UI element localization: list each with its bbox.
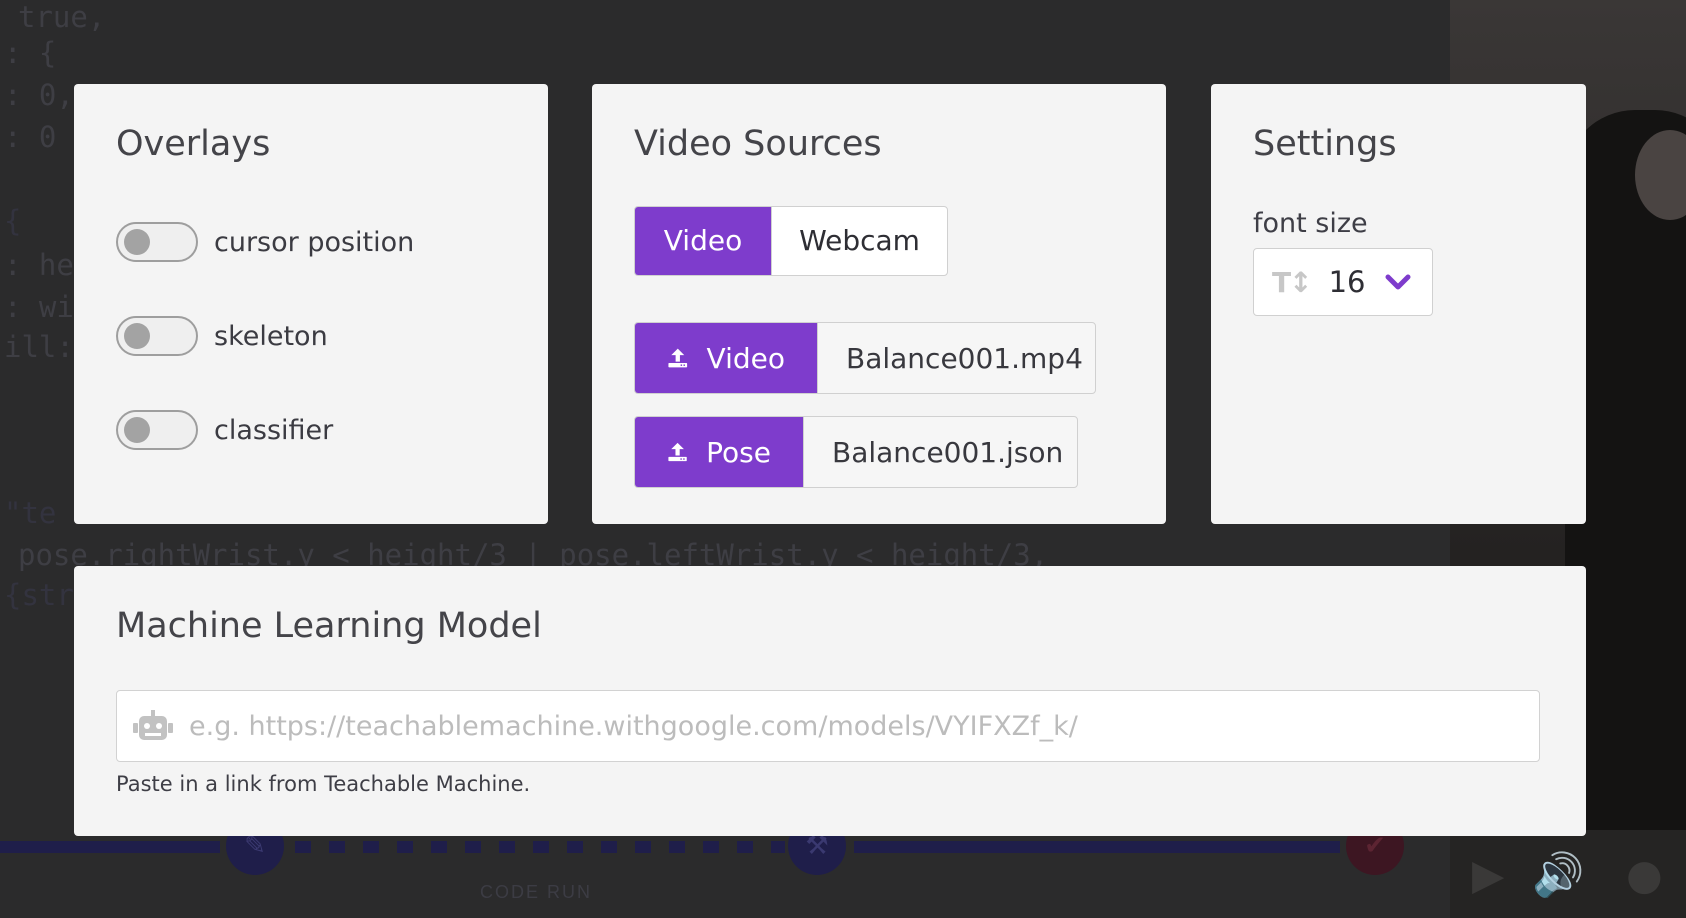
code-line: ill: [4,330,74,364]
toggle-row-classifier: classifier [116,408,333,452]
cursor-position-toggle[interactable] [116,222,198,262]
source-selector: Video Webcam [634,206,948,276]
skeleton-toggle[interactable] [116,316,198,356]
timeline-label: CODE RUN [480,882,593,902]
settings-panel: Settings font size T↕ 16 [1211,84,1586,524]
ml-model-panel: Machine Learning Model Paste in a link f… [74,566,1586,836]
code-line: "te [4,496,57,530]
timeline-segment [0,841,220,853]
video-sources-panel: Video Sources Video Webcam Video Balance… [592,84,1166,524]
play-icon[interactable]: ▶ [1472,850,1504,899]
volume-icon[interactable]: 🔊 [1532,850,1584,900]
model-url-input[interactable] [187,709,1539,743]
upload-icon [668,442,687,462]
code-line: : he [4,248,74,282]
video-sources-title: Video Sources [634,124,882,164]
code-line: : wi [4,290,74,324]
font-size-value: 16 [1328,265,1366,299]
source-option-webcam[interactable]: Webcam [771,207,947,275]
video-file-name: Balance001.mp4 [817,323,1095,393]
font-size-label: font size [1253,208,1368,239]
code-line: : 0 [4,120,57,154]
code-line: true, [18,0,106,34]
upload-pose-label: Pose [706,435,771,469]
toggle-label: skeleton [214,320,328,352]
code-line: : 0, [4,78,74,112]
text-height-icon: T↕ [1272,265,1313,299]
video-upload: Video Balance001.mp4 [634,322,1096,394]
toggle-label: cursor position [214,226,415,258]
upload-video-button[interactable]: Video [635,323,817,393]
upload-icon [668,348,688,368]
model-url-field [116,690,1540,762]
pose-file-name: Balance001.json [803,417,1077,487]
toggle-label: classifier [214,414,334,446]
timeline-dotted-segment [295,841,785,853]
toggle-row-skeleton: skeleton [116,314,328,358]
upload-video-label: Video [706,341,785,375]
toggle-row-cursor-position: cursor position [116,220,414,264]
record-icon[interactable]: ● [1626,850,1663,899]
model-url-help-text: Paste in a link from Teachable Machine. [116,772,531,796]
classifier-toggle[interactable] [116,410,198,450]
upload-pose-button[interactable]: Pose [635,417,803,487]
toggle-knob [124,417,150,443]
code-line: {str [4,578,74,612]
code-line: { [4,204,22,238]
toggle-knob [124,323,150,349]
font-size-select[interactable]: T↕ 16 [1253,248,1433,316]
overlays-panel: Overlays cursor position skeleton classi… [74,84,548,524]
source-option-video[interactable]: Video [635,207,771,275]
ml-model-title: Machine Learning Model [116,606,542,646]
timeline-segment [854,841,1340,853]
overlays-title: Overlays [116,124,271,164]
chevron-down-icon [1385,274,1411,290]
settings-title: Settings [1253,124,1397,164]
timeline: ✎ ⚒ ✔ [0,817,1450,875]
toggle-knob [124,229,150,255]
robot-icon [133,710,173,740]
media-controls: ▶ 🔊 ● [1450,830,1686,918]
code-line: : { [4,36,57,70]
pose-upload: Pose Balance001.json [634,416,1078,488]
